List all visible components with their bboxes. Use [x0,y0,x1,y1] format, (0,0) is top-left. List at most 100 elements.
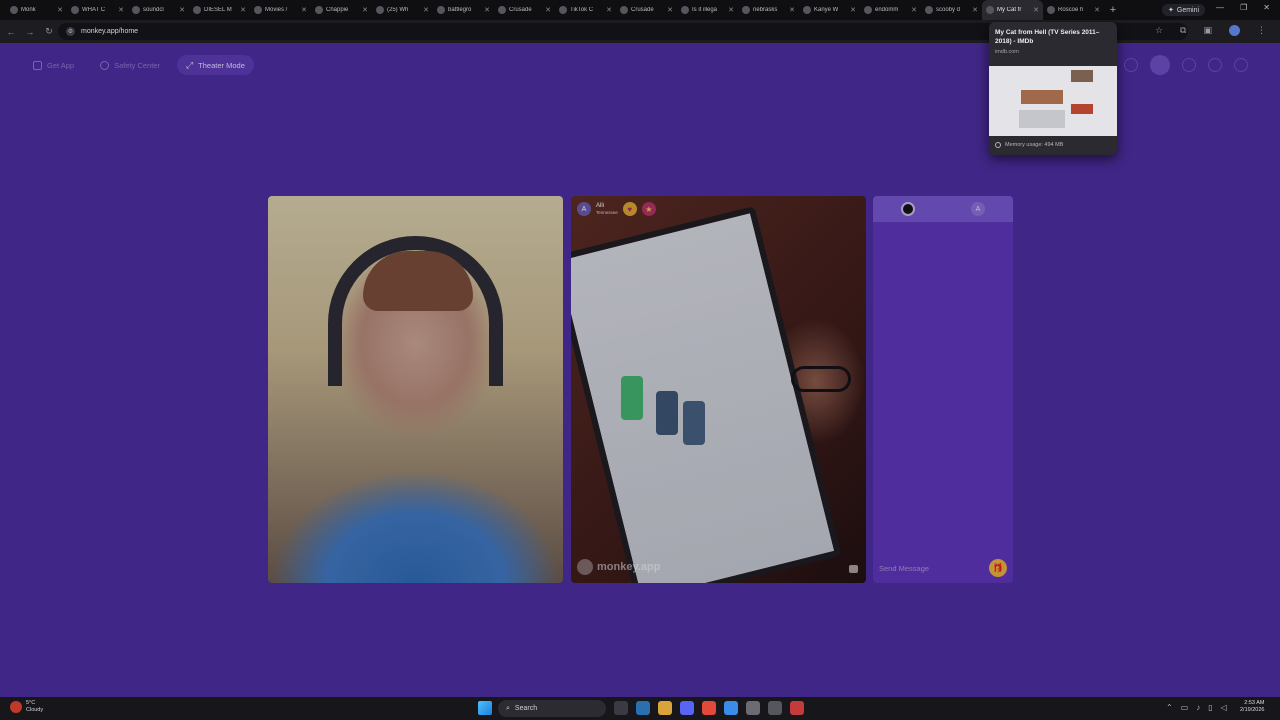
browser-tab[interactable]: battlegro ✕ [433,0,494,20]
browser-tab[interactable]: Monk ✕ [6,0,67,20]
browser-tab[interactable]: Crusade ✕ [494,0,555,20]
steam-icon[interactable] [636,701,650,715]
notifications-icon[interactable] [1234,58,1248,72]
taskbar-search[interactable]: ⌕ Search [498,700,606,717]
memory-usage-text: Memory usage: 494 MB [1005,142,1064,148]
restore-button[interactable]: ❐ [1240,3,1247,12]
tab-close-icon[interactable]: ✕ [1033,6,1039,14]
microphone-icon[interactable]: ♪ [1196,703,1200,712]
browser-tab[interactable]: Crusade ✕ [616,0,677,20]
shield-icon [100,60,110,70]
user-avatar[interactable] [1150,55,1170,75]
tab-close-icon[interactable]: ✕ [789,6,795,14]
tab-close-icon[interactable]: ✕ [362,6,368,14]
site-info-icon[interactable]: ⚙ [66,27,75,36]
tab-close-icon[interactable]: ✕ [179,6,185,14]
local-video [268,196,563,583]
tab-close-icon[interactable]: ✕ [667,6,673,14]
settings-icon[interactable] [746,701,760,715]
browser-tab[interactable]: (25) Wh ✕ [372,0,433,20]
chrome-icon[interactable] [724,701,738,715]
browser-tab[interactable]: Is it illega ✕ [677,0,738,20]
get-app-button[interactable]: Get App [24,55,83,75]
profile-avatar[interactable] [1229,25,1240,36]
extensions-icon[interactable]: ⧉ [1180,25,1186,36]
tray-app-icon[interactable]: ▭ [1181,703,1189,712]
browser-tab[interactable]: TikTok C ✕ [555,0,616,20]
tab-close-icon[interactable]: ✕ [118,6,124,14]
gift-badge-icon[interactable]: ★ [641,202,656,216]
tab-close-icon[interactable]: ✕ [484,6,490,14]
side-panel-icon[interactable]: ▣ [1203,25,1212,36]
safety-center-button[interactable]: Safety Center [91,55,169,75]
new-tab-button[interactable]: + [1104,0,1122,20]
tab-favicon-icon [986,6,994,14]
history-icon[interactable] [1182,58,1196,72]
browser-tab[interactable]: DIESEL M ✕ [189,0,250,20]
browser-tab[interactable]: endomm ✕ [860,0,921,20]
app-icon[interactable] [768,701,782,715]
browser-tab[interactable]: WHAT C ✕ [67,0,128,20]
report-icon[interactable] [849,565,858,573]
tab-close-icon[interactable]: ✕ [423,6,429,14]
browser-tab[interactable]: Movies / ✕ [250,0,311,20]
get-app-label: Get App [47,60,75,70]
discord-icon[interactable] [680,701,694,715]
taskbar-clock[interactable]: 2:53 AM 2/19/2026 [1240,700,1264,714]
browser-tab[interactable]: Roscoe h ✕ [1043,0,1104,20]
tab-close-icon[interactable]: ✕ [972,6,978,14]
remote-user-info[interactable]: A Alli Tennessee ♥ ★ [577,202,656,216]
tab-close-icon[interactable]: ✕ [301,6,307,14]
browser-tab[interactable]: soundcl ✕ [128,0,189,20]
forward-icon[interactable]: → [22,27,38,37]
volume-icon[interactable]: ◁ [1221,703,1227,712]
tab-title: Is it illega [692,7,718,13]
browser-tab[interactable]: scooby d ✕ [921,0,982,20]
browser-tab[interactable]: My Cat fr ✕ [982,0,1043,20]
tray-chevron-icon[interactable]: ⌃ [1166,703,1173,712]
close-window-button[interactable]: ✕ [1263,3,1270,12]
file-explorer-icon[interactable] [658,701,672,715]
weather-icon [10,701,22,713]
browser-tab[interactable]: nebrasks ✕ [738,0,799,20]
tab-close-icon[interactable]: ✕ [911,6,917,14]
bookmark-star-icon[interactable]: ☆ [1155,25,1163,36]
expand-icon: ⤢ [185,59,194,70]
weather-widget[interactable]: 5°C Cloudy [10,700,43,714]
back-icon[interactable]: ← [3,27,19,37]
reload-icon[interactable]: ↻ [41,26,57,37]
weather-temp: 5°C [26,700,36,706]
heart-badge-icon[interactable]: ♥ [622,202,637,216]
tab-close-icon[interactable]: ✕ [57,6,63,14]
message-input[interactable]: Send Message 🎁 [877,557,1009,579]
clock-time: 2:53 AM [1244,700,1265,706]
brave-icon[interactable] [702,701,716,715]
tab-favicon-icon [742,6,750,14]
tab-close-icon[interactable]: ✕ [728,6,734,14]
start-button[interactable] [478,701,492,715]
browser-tab[interactable]: Chappie ✕ [311,0,372,20]
gift-button[interactable]: 🎁 [989,559,1007,577]
tab-close-icon[interactable]: ✕ [1094,6,1100,14]
browser-tab[interactable]: Kanye W ✕ [799,0,860,20]
tab-close-icon[interactable]: ✕ [850,6,856,14]
theater-mode-button[interactable]: ⤢ Theater Mode [176,55,254,75]
gemini-button[interactable]: ✦ Gemini [1162,4,1206,16]
tab-title: DIESEL M [204,7,232,13]
tab-title: scooby d [936,7,961,13]
tab-favicon-icon [1047,6,1055,14]
recorder-icon[interactable] [790,701,804,715]
tab-title: endomm [875,7,899,13]
task-view-icon[interactable] [614,701,628,715]
search-icon[interactable] [1124,58,1138,72]
messages-icon[interactable] [1208,58,1222,72]
tab-close-icon[interactable]: ✕ [606,6,612,14]
minimize-button[interactable]: — [1216,3,1224,12]
tab-close-icon[interactable]: ✕ [545,6,551,14]
network-icon[interactable]: ▯ [1208,703,1212,712]
tab-favicon-icon [681,6,689,14]
tab-title: My Cat fr [997,7,1022,13]
tab-close-icon[interactable]: ✕ [240,6,246,14]
menu-icon[interactable]: ⋮ [1257,25,1266,36]
message-placeholder: Send Message [879,563,930,573]
